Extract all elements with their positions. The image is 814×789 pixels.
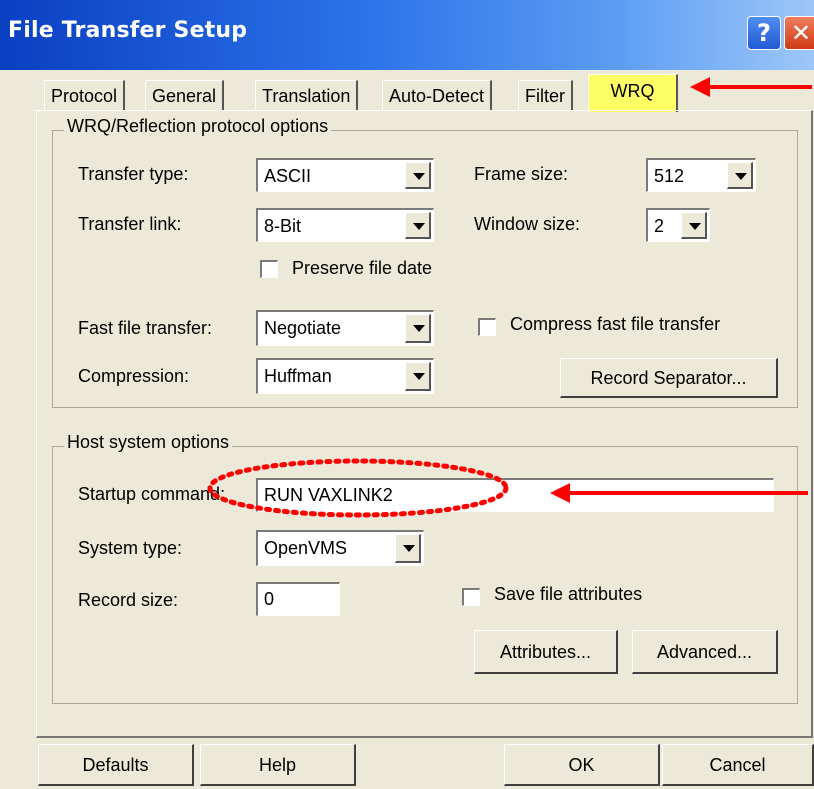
tab-label: General: [152, 86, 217, 106]
select-value: 2: [654, 216, 665, 236]
group-title: WRQ/Reflection protocol options: [64, 116, 332, 137]
chevron-down-icon[interactable]: [405, 314, 431, 343]
select-value: 8-Bit: [264, 216, 302, 236]
chevron-down-icon[interactable]: [727, 162, 753, 189]
advanced-button[interactable]: Advanced...: [632, 630, 778, 674]
save-attributes-checkbox[interactable]: [462, 588, 480, 606]
preserve-date-checkbox[interactable]: [260, 260, 278, 278]
select-value: Huffman: [264, 366, 332, 386]
annotation-ellipse-icon: [207, 458, 509, 518]
select-value: OpenVMS: [264, 538, 348, 558]
record-separator-button[interactable]: Record Separator...: [560, 358, 778, 398]
window-title: File Transfer Setup: [8, 18, 248, 43]
tab-auto-detect[interactable]: Auto-Detect: [382, 80, 493, 110]
annotation-arrow-left-icon: [690, 77, 812, 97]
transfer-link-select[interactable]: 8-Bit: [256, 208, 434, 242]
frame-size-select[interactable]: 512: [646, 158, 756, 192]
select-value: ASCII: [264, 166, 312, 186]
transfer-link-label: Transfer link:: [78, 214, 182, 234]
transfer-type-select[interactable]: ASCII: [256, 158, 434, 192]
tab-label: Auto-Detect: [389, 86, 485, 106]
chevron-down-icon[interactable]: [405, 212, 431, 239]
help-button[interactable]: Help: [200, 744, 356, 786]
tab-filter[interactable]: Filter: [518, 80, 573, 110]
chevron-down-icon[interactable]: [405, 362, 431, 391]
cancel-button[interactable]: Cancel: [662, 744, 814, 786]
system-type-select[interactable]: OpenVMS: [256, 530, 424, 566]
compress-fast-label: Compress fast file transfer: [510, 314, 721, 334]
frame-size-label: Frame size:: [474, 164, 569, 184]
annotation-arrow-left-icon: [550, 483, 808, 503]
fast-transfer-label: Fast file transfer:: [78, 318, 213, 338]
ok-button[interactable]: OK: [504, 744, 660, 786]
tab-general[interactable]: General: [145, 80, 225, 110]
close-icon[interactable]: ✕: [784, 16, 814, 50]
compress-fast-checkbox[interactable]: [478, 318, 496, 336]
defaults-button[interactable]: Defaults: [38, 744, 194, 786]
tab-protocol[interactable]: Protocol: [44, 80, 126, 110]
select-value: Negotiate: [264, 318, 342, 338]
preserve-date-label: Preserve file date: [292, 258, 433, 278]
tab-label: Protocol: [51, 86, 118, 106]
fast-transfer-select[interactable]: Negotiate: [256, 310, 434, 346]
chevron-down-icon[interactable]: [681, 212, 707, 239]
help-title-button[interactable]: ?: [747, 16, 781, 50]
window-size-label: Window size:: [474, 214, 581, 234]
tab-translation[interactable]: Translation: [255, 80, 359, 110]
compression-select[interactable]: Huffman: [256, 358, 434, 394]
tab-wrq[interactable]: WRQ: [588, 74, 678, 112]
chevron-down-icon[interactable]: [395, 534, 421, 563]
compression-label: Compression:: [78, 366, 190, 386]
startup-command-label: Startup command:: [78, 484, 226, 504]
window-size-select[interactable]: 2: [646, 208, 710, 242]
save-attributes-label: Save file attributes: [494, 584, 643, 604]
tab-label: Filter: [525, 86, 565, 106]
record-size-label: Record size:: [78, 590, 179, 610]
transfer-type-label: Transfer type:: [78, 164, 189, 184]
tab-label: Translation: [262, 86, 351, 106]
attributes-button[interactable]: Attributes...: [474, 630, 618, 674]
record-size-input[interactable]: 0: [256, 582, 340, 616]
select-value: 512: [654, 166, 685, 186]
chevron-down-icon[interactable]: [405, 162, 431, 189]
group-title: Host system options: [64, 432, 233, 453]
tab-label: WRQ: [610, 81, 655, 101]
system-type-label: System type:: [78, 538, 183, 558]
